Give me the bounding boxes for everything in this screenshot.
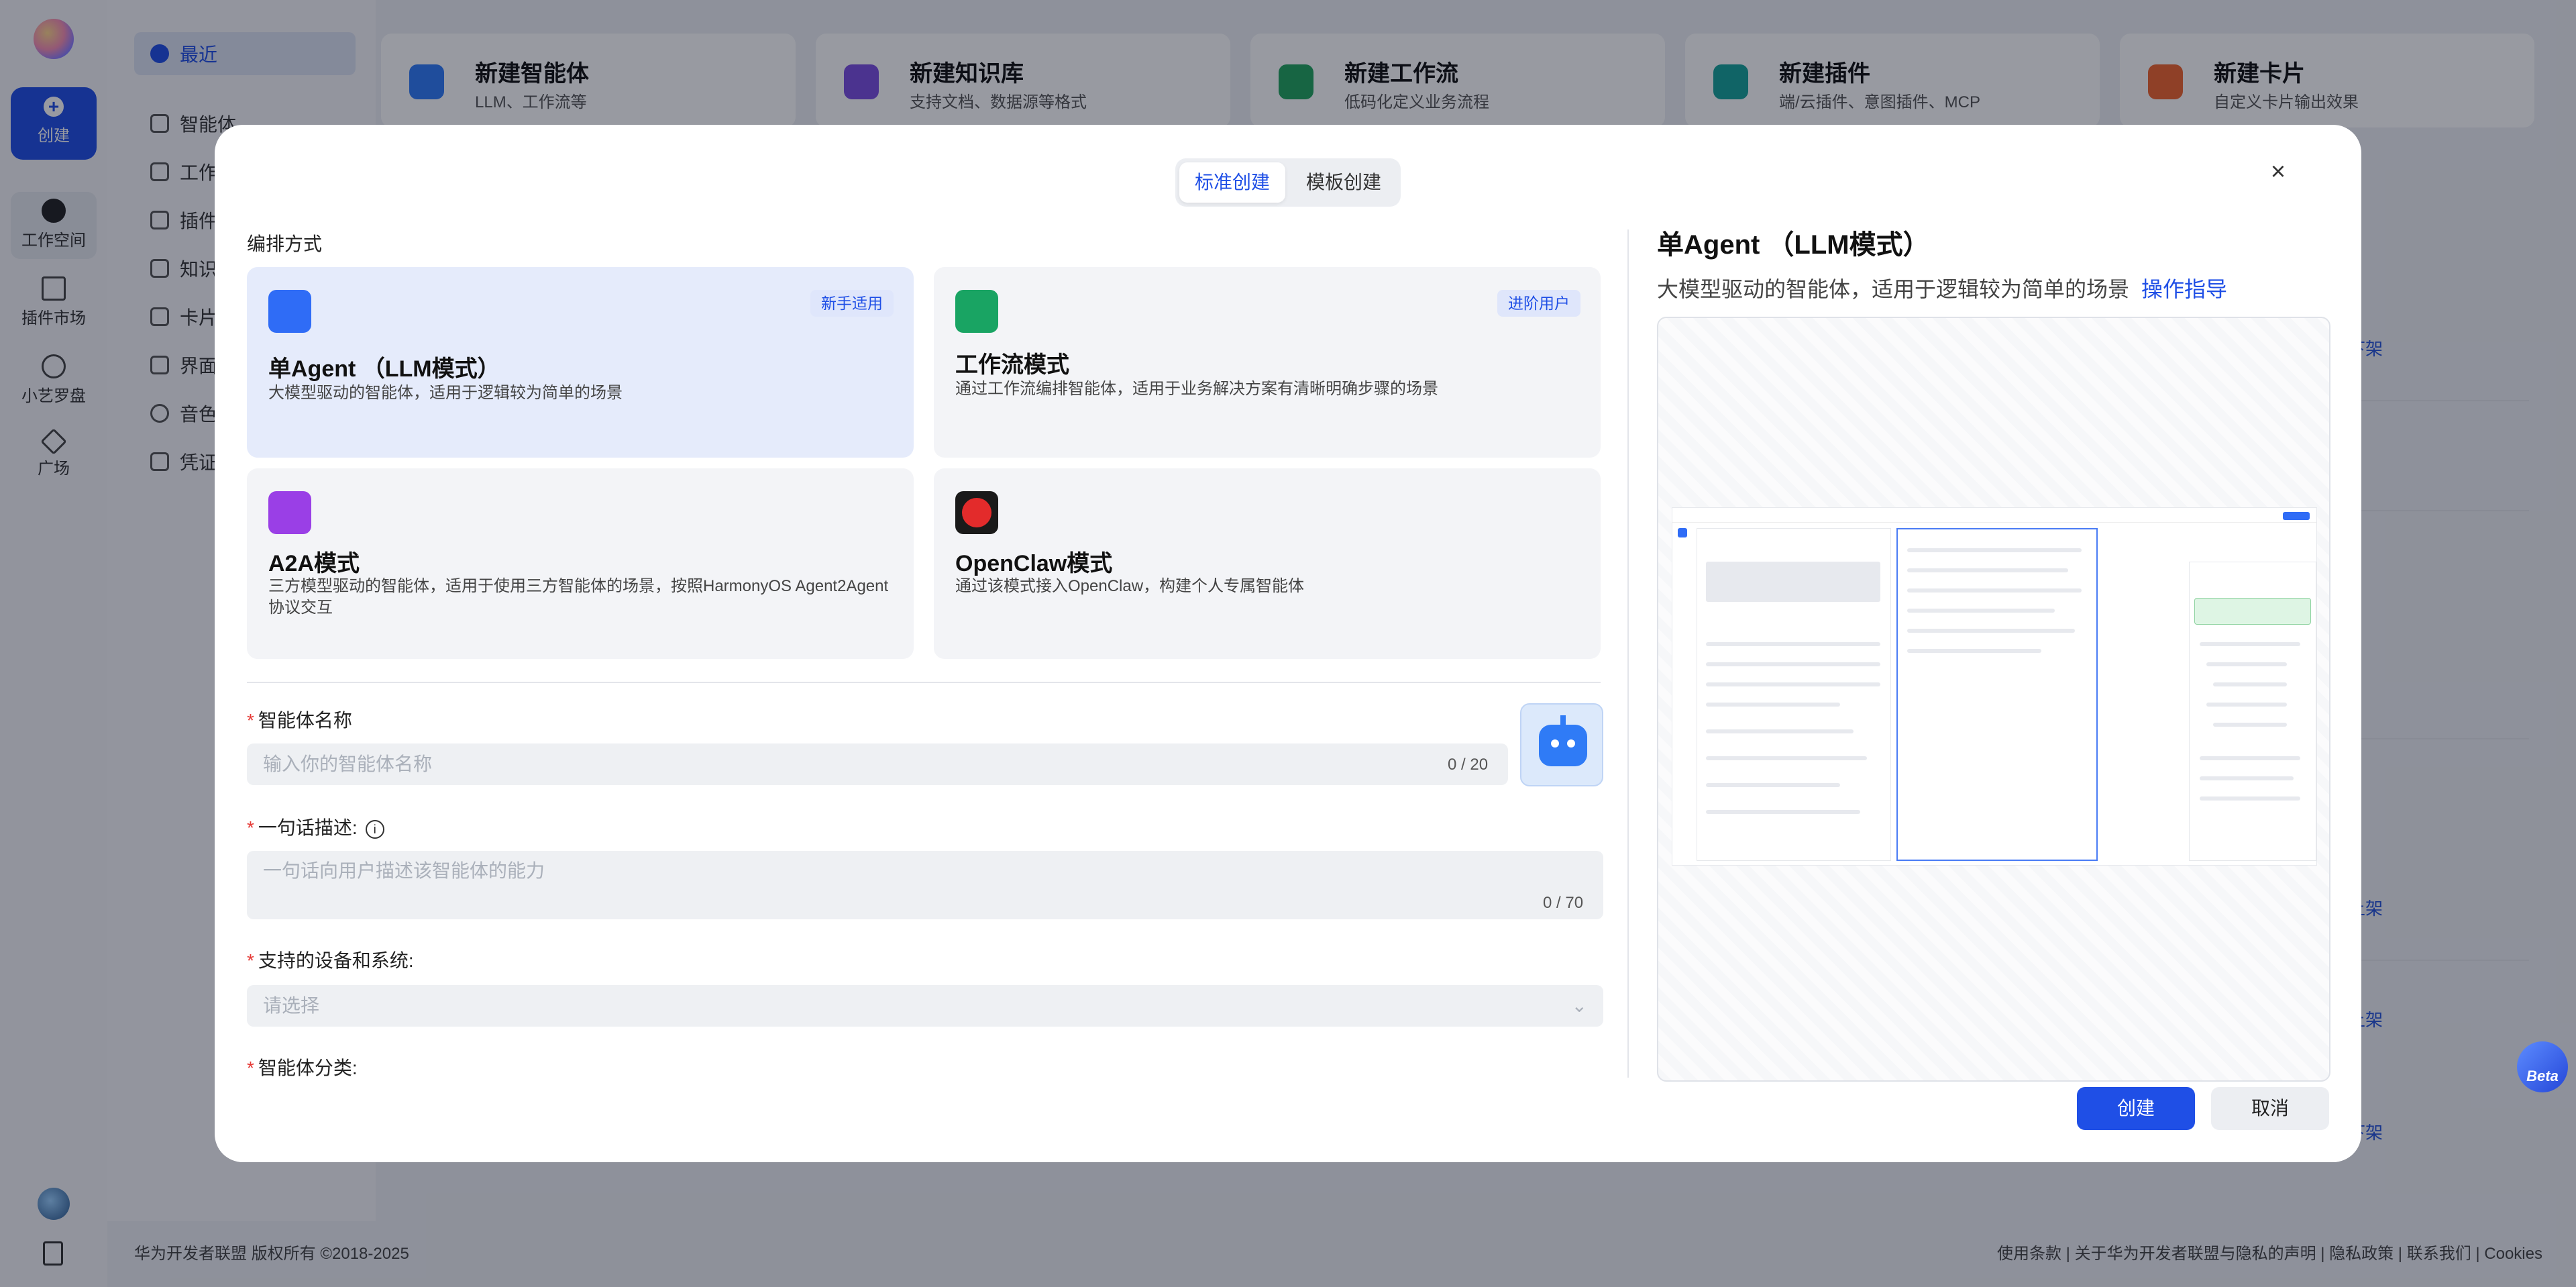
create-submit-button[interactable]: 创建: [2077, 1087, 2195, 1130]
preview-line: [1706, 783, 1840, 787]
info-icon[interactable]: i: [365, 819, 384, 839]
preview-line: [2213, 682, 2287, 686]
column-divider: [1627, 229, 1629, 1078]
robot-icon: [268, 290, 311, 333]
desc-char-count: 0 / 70: [1543, 894, 1584, 912]
cancel-button[interactable]: 取消: [2211, 1087, 2329, 1130]
preview-line: [1706, 703, 1840, 707]
mode-card-openclaw[interactable]: OpenClaw模式 通过该模式接入OpenClaw，构建个人专属智能体: [934, 468, 1601, 659]
preview-line: [2213, 723, 2287, 727]
section-title: 编排方式: [247, 234, 323, 254]
create-agent-dialog: 标准创建 模板创建 × 编排方式 新手适用 单Agent （LLM模式） 大模型…: [215, 125, 2361, 1162]
hierarchy-icon: [268, 491, 311, 534]
guide-link[interactable]: 操作指导: [2141, 277, 2227, 301]
preview-publish-button: [2283, 512, 2310, 520]
workflow-icon: [955, 290, 998, 333]
mode-title: OpenClaw模式: [955, 551, 1113, 576]
mode-desc: 三方模型驱动的智能体，适用于使用三方智能体的场景，按照HarmonyOS Age…: [268, 577, 889, 617]
mode-badge: 新手适用: [810, 290, 894, 317]
mode-preview-image: [1657, 317, 2330, 1082]
close-icon[interactable]: ×: [2263, 157, 2293, 187]
category-label: * 智能体分类:: [247, 1058, 358, 1078]
preview-line: [1907, 609, 2055, 613]
mode-desc: 通过工作流编排智能体，适用于业务解决方案有清晰明确步骤的场景: [955, 380, 1438, 398]
preview-line: [1907, 568, 2068, 572]
preview-description: 大模型驱动的智能体，适用于逻辑较为简单的场景 操作指导: [1657, 272, 2227, 303]
preview-status-box: [2194, 598, 2311, 625]
mode-card-single-agent[interactable]: 新手适用 单Agent （LLM模式） 大模型驱动的智能体，适用于逻辑较为简单的…: [247, 267, 914, 458]
mode-desc: 通过该模式接入OpenClaw，构建个人专属智能体: [955, 577, 1305, 595]
agent-desc-textarea[interactable]: 一句话向用户描述该智能体的能力: [247, 851, 1603, 919]
chevron-down-icon: ⌄: [1571, 995, 1587, 1016]
preview-line: [1706, 682, 1880, 686]
preview-title: 单Agent （LLM模式）: [1657, 230, 1930, 260]
robot-eye: [1567, 739, 1575, 748]
select-placeholder: 请选择: [263, 995, 320, 1016]
preview-line: [1907, 629, 2075, 633]
openclaw-icon: [955, 491, 998, 534]
mode-title: A2A模式: [268, 551, 360, 576]
label-text: 智能体名称: [258, 710, 352, 731]
preview-line: [2200, 796, 2300, 801]
mode-badge: 进阶用户: [1497, 290, 1580, 317]
preview-line: [1907, 649, 2041, 653]
agent-name-label: * 智能体名称: [247, 710, 352, 731]
agent-desc-label: * 一句话描述: i: [247, 813, 384, 840]
preview-line: [2200, 756, 2300, 760]
robot-avatar-icon: [1539, 715, 1587, 766]
label-text: 智能体分类:: [258, 1058, 358, 1078]
preview-block: [1706, 562, 1880, 602]
preview-topbar: [1672, 508, 2316, 523]
preview-prompt-panel: [1896, 528, 2098, 861]
device-label: * 支持的设备和系统:: [247, 950, 414, 971]
agent-name-input[interactable]: 输入你的智能体名称: [247, 743, 1508, 785]
preview-line: [2206, 662, 2287, 666]
preview-desc-text: 大模型驱动的智能体，适用于逻辑较为简单的场景: [1657, 277, 2130, 301]
beta-assistant-button[interactable]: Beta: [2517, 1041, 2568, 1092]
preview-line: [2200, 642, 2300, 646]
device-select[interactable]: 请选择 ⌄: [247, 985, 1603, 1027]
preview-line: [1907, 588, 2082, 593]
name-char-count: 0 / 20: [1448, 756, 1489, 774]
label-text: 一句话描述:: [258, 817, 358, 838]
preview-logo: [1678, 528, 1687, 537]
divider: [247, 682, 1601, 683]
mode-desc: 大模型驱动的智能体，适用于逻辑较为简单的场景: [268, 384, 623, 402]
robot-eye: [1551, 739, 1559, 748]
label-text: 支持的设备和系统:: [258, 950, 414, 971]
preview-line: [2200, 776, 2294, 780]
robot-antenna: [1560, 715, 1566, 725]
tab-standard-create[interactable]: 标准创建: [1179, 162, 1285, 203]
preview-line: [1706, 642, 1880, 646]
mode-card-workflow[interactable]: 进阶用户 工作流模式 通过工作流编排智能体，适用于业务解决方案有清晰明确步骤的场…: [934, 267, 1601, 458]
preview-line: [1706, 810, 1860, 814]
agent-avatar-picker[interactable]: [1520, 703, 1603, 786]
preview-line: [1907, 548, 2082, 552]
preview-line: [1706, 729, 1854, 733]
preview-line: [1706, 756, 1867, 760]
preview-line: [2206, 703, 2287, 707]
create-mode-switch: 标准创建 模板创建: [1175, 158, 1401, 207]
mode-title: 工作流模式: [955, 352, 1069, 378]
mode-title: 单Agent （LLM模式）: [268, 356, 500, 382]
mode-card-a2a[interactable]: A2A模式 三方模型驱动的智能体，适用于使用三方智能体的场景，按照Harmony…: [247, 468, 914, 659]
tab-template-create[interactable]: 模板创建: [1291, 162, 1397, 203]
preview-screenshot: [1672, 507, 2317, 866]
preview-line: [1706, 662, 1880, 666]
